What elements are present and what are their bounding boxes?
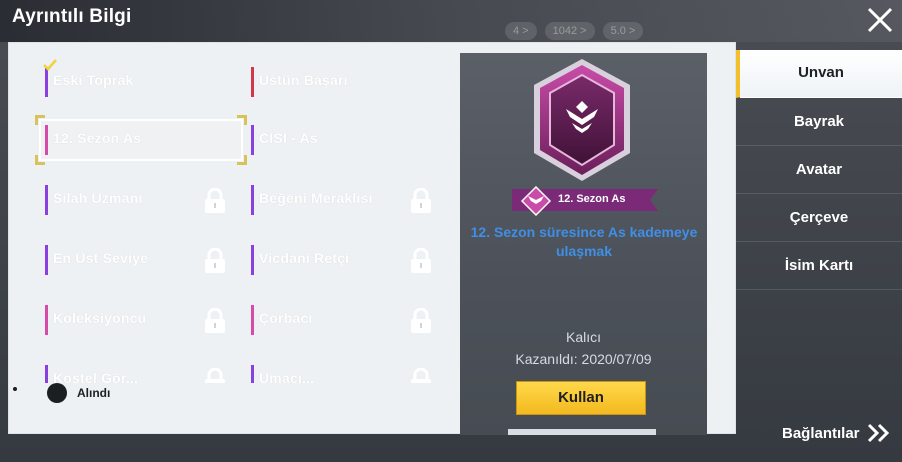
lock-icon xyxy=(205,188,225,213)
rarity-bar xyxy=(251,365,254,383)
rarity-bar xyxy=(45,245,48,275)
detail-panel: Eski Toprak Üstün Başarı 12. Sezon As CI… xyxy=(8,42,736,435)
title-label: 12. Sezon As xyxy=(53,130,142,146)
title-item[interactable]: Üstün Başarı xyxy=(251,63,441,101)
title-label: Silah Uzmanı xyxy=(53,190,143,206)
title-item[interactable]: Umacı... xyxy=(251,361,441,383)
tab-bayrak[interactable]: Bayrak xyxy=(736,98,902,146)
ribbon-label: 12. Sezon As xyxy=(558,193,626,205)
title-label: Çorbacı xyxy=(259,310,313,326)
card-bottom-strip xyxy=(508,429,656,435)
rarity-bar xyxy=(251,305,254,335)
lock-icon xyxy=(411,308,431,333)
rarity-bar xyxy=(45,305,48,335)
title-label: Eski Toprak xyxy=(53,72,134,88)
lock-icon xyxy=(411,188,431,213)
use-button[interactable]: Kullan xyxy=(516,381,646,415)
lock-icon xyxy=(205,368,225,383)
category-tabs: Unvan Bayrak Avatar Çerçeve İsim Kartı xyxy=(736,50,902,290)
background-stat: 5.0 > xyxy=(602,22,644,40)
title-description: 12. Sezon süresince As kademeye ulaşmak xyxy=(470,224,698,259)
small-badge-icon xyxy=(520,186,552,216)
rarity-bar xyxy=(45,125,48,155)
title-label: Üstün Başarı xyxy=(259,72,348,88)
divider-dot xyxy=(13,387,17,391)
links-button[interactable]: Bağlantılar xyxy=(782,422,892,444)
title-item[interactable]: Silah Uzmanı xyxy=(45,181,235,219)
title-label: Beğeni Meraklısı xyxy=(259,190,373,206)
legend: Alındı xyxy=(47,383,110,403)
rarity-bar xyxy=(45,365,48,383)
tab-avatar[interactable]: Avatar xyxy=(736,146,902,194)
title-item[interactable]: CISI - As xyxy=(251,121,441,159)
title-grid: Eski Toprak Üstün Başarı 12. Sezon As CI… xyxy=(9,43,459,383)
links-label: Bağlantılar xyxy=(782,424,860,442)
title-item[interactable]: Kostel Gör... xyxy=(45,361,235,383)
title-label: En Üst Seviye xyxy=(53,250,149,266)
background-stat: 4 > xyxy=(505,22,537,40)
lock-icon xyxy=(205,248,225,273)
close-icon xyxy=(867,7,893,33)
lock-icon xyxy=(411,248,431,273)
page-title: Ayrıntılı Bilgi xyxy=(12,6,132,27)
obtained-dot-icon xyxy=(47,383,67,403)
title-item[interactable]: En Üst Seviye xyxy=(45,241,235,279)
close-button[interactable] xyxy=(862,2,898,38)
badge-icon xyxy=(534,59,630,181)
tab-cerceve[interactable]: Çerçeve xyxy=(736,194,902,242)
earned-date: Kazanıldı: 2020/07/09 xyxy=(515,351,652,367)
lock-icon xyxy=(411,368,431,383)
title-item[interactable]: Çorbacı xyxy=(251,301,441,339)
title-label: Vicdani Retçi xyxy=(259,250,350,266)
title-label: Umacı... xyxy=(259,370,315,383)
tab-unvan[interactable]: Unvan xyxy=(736,50,902,98)
rarity-bar xyxy=(251,125,254,155)
lock-icon xyxy=(205,308,225,333)
title-label: CISI - As xyxy=(259,130,318,146)
chevron-right-icon xyxy=(867,423,889,443)
rarity-bar xyxy=(251,67,254,97)
title-label: Kostel Gör... xyxy=(53,370,139,383)
tab-isim-karti[interactable]: İsim Kartı xyxy=(736,242,902,290)
title-item[interactable]: Vicdani Retçi xyxy=(251,241,441,279)
legend-label: Alındı xyxy=(77,386,111,400)
rarity-bar xyxy=(45,185,48,215)
header-bar: Ayrıntılı Bilgi 4 > 1042 > 5.0 > xyxy=(0,0,902,42)
rarity-bar xyxy=(45,67,48,97)
background-stat: 1042 > xyxy=(544,22,595,40)
rarity-bar xyxy=(251,245,254,275)
duration-text: Kalıcı xyxy=(565,329,601,345)
title-item[interactable]: Koleksiyoncu xyxy=(45,301,235,339)
title-item[interactable]: Eski Toprak xyxy=(43,59,235,101)
check-icon xyxy=(43,59,57,71)
title-item[interactable]: Beğeni Meraklısı xyxy=(251,181,441,219)
title-item-selected[interactable]: 12. Sezon As xyxy=(45,121,235,159)
title-detail-card: 12. Sezon As 12. Sezon süresince As kade… xyxy=(460,53,707,435)
rarity-bar xyxy=(251,185,254,215)
title-label: Koleksiyoncu xyxy=(53,310,147,326)
background-stats: 4 > 1042 > 5.0 > xyxy=(505,22,644,40)
